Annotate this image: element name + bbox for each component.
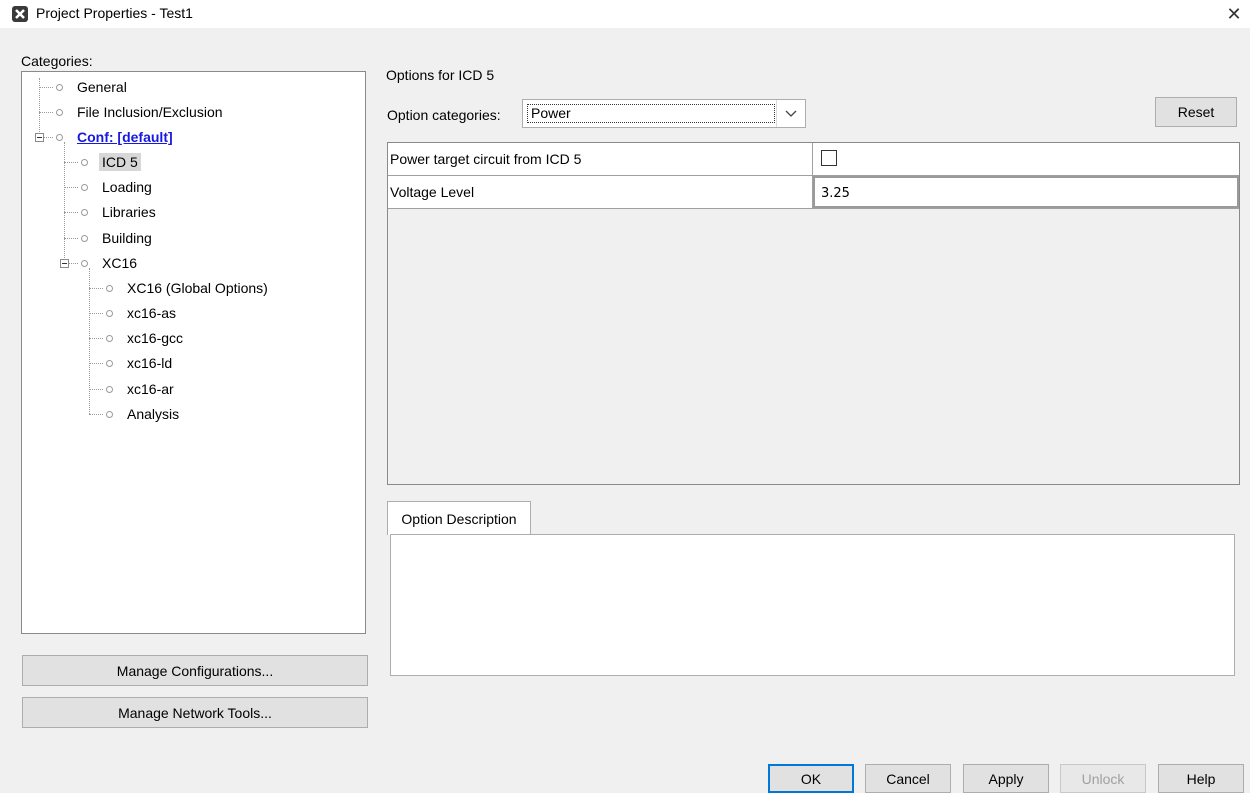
node-bullet-icon <box>106 334 113 342</box>
tree-item-label: Libraries <box>102 204 156 220</box>
tree-item-file-inclusion[interactable]: File Inclusion/Exclusion <box>56 101 223 123</box>
tree-item-xc16-ar[interactable]: xc16-ar <box>106 378 174 400</box>
tree-item-label: xc16-ar <box>127 381 174 397</box>
node-bullet-icon <box>106 309 113 317</box>
tree-item-xc16-as[interactable]: xc16-as <box>106 302 176 324</box>
option-row: Voltage Level 3.25 <box>388 176 1239 209</box>
tree-item-xc16[interactable]: XC16 <box>81 252 137 274</box>
tree-item-label: File Inclusion/Exclusion <box>77 104 223 120</box>
tree-item-label: Loading <box>102 179 152 195</box>
apply-button[interactable]: Apply <box>963 764 1049 793</box>
tree-item-xc16-global[interactable]: XC16 (Global Options) <box>106 277 268 299</box>
tree-item-label: General <box>77 79 127 95</box>
tree-item-general[interactable]: General <box>56 76 127 98</box>
option-value-cell[interactable] <box>813 143 1239 175</box>
power-target-checkbox[interactable] <box>821 150 837 166</box>
tree-item-icd5[interactable]: ICD 5 <box>81 151 141 173</box>
window-title: Project Properties - Test1 <box>36 5 193 21</box>
tree-item-conf-default[interactable]: Conf: [default] <box>56 126 173 148</box>
option-row: Power target circuit from ICD 5 <box>388 143 1239 176</box>
node-bullet-icon <box>106 410 113 418</box>
close-icon[interactable]: ✕ <box>1222 2 1246 26</box>
cancel-button[interactable]: Cancel <box>865 764 951 793</box>
collapse-conf-icon[interactable] <box>35 133 44 142</box>
categories-tree[interactable]: General File Inclusion/Exclusion Conf: [… <box>21 71 366 634</box>
voltage-level-input[interactable]: 3.25 <box>813 176 1239 208</box>
node-bullet-icon <box>56 133 63 141</box>
node-bullet-icon <box>81 259 88 267</box>
node-bullet-icon <box>81 183 88 191</box>
chevron-down-icon[interactable] <box>776 100 805 127</box>
manage-configurations-button[interactable]: Manage Configurations... <box>22 655 368 686</box>
node-bullet-icon <box>106 359 113 367</box>
tree-item-libraries[interactable]: Libraries <box>81 201 156 223</box>
tree-item-building[interactable]: Building <box>81 227 152 249</box>
tree-item-label: Building <box>102 230 152 246</box>
option-name: Voltage Level <box>388 176 813 208</box>
node-bullet-icon <box>81 234 88 242</box>
options-header: Options for ICD 5 <box>386 67 495 83</box>
reset-button[interactable]: Reset <box>1155 97 1237 127</box>
option-categories-label: Option categories: <box>387 107 501 123</box>
categories-label: Categories: <box>21 53 93 69</box>
option-description-box <box>390 534 1235 676</box>
tree-item-xc16-ld[interactable]: xc16-ld <box>106 352 172 374</box>
tree-item-label: xc16-ld <box>127 355 173 371</box>
collapse-xc16-icon[interactable] <box>60 259 69 268</box>
tree-item-label: Analysis <box>127 406 180 422</box>
manage-network-tools-button[interactable]: Manage Network Tools... <box>22 697 368 728</box>
app-icon <box>12 6 28 22</box>
ok-button[interactable]: OK <box>768 764 854 793</box>
node-bullet-icon <box>81 158 88 166</box>
option-categories-select[interactable]: Power <box>522 99 806 128</box>
tree-item-label: ICD 5 <box>99 153 141 171</box>
node-bullet-icon <box>56 108 63 116</box>
unlock-button: Unlock <box>1060 764 1146 793</box>
tree-item-label: xc16-as <box>127 305 177 321</box>
option-name: Power target circuit from ICD 5 <box>388 143 813 175</box>
tree-item-xc16-gcc[interactable]: xc16-gcc <box>106 327 183 349</box>
title-bar: Project Properties - Test1 ✕ <box>0 0 1250 28</box>
tree-item-label: xc16-gcc <box>127 330 184 346</box>
options-grid: Power target circuit from ICD 5 Voltage … <box>387 142 1240 485</box>
node-bullet-icon <box>106 284 113 292</box>
node-bullet-icon <box>106 385 113 393</box>
node-bullet-icon <box>56 83 63 91</box>
option-categories-value: Power <box>527 104 775 123</box>
node-bullet-icon <box>81 208 88 216</box>
tab-option-description[interactable]: Option Description <box>387 501 531 535</box>
tree-item-loading[interactable]: Loading <box>81 176 152 198</box>
help-button[interactable]: Help <box>1158 764 1244 793</box>
tree-item-label: XC16 <box>102 255 138 271</box>
tree-item-analysis[interactable]: Analysis <box>106 403 179 425</box>
tree-item-label: XC16 (Global Options) <box>127 280 268 296</box>
tree-item-label: Conf: [default] <box>77 129 173 145</box>
